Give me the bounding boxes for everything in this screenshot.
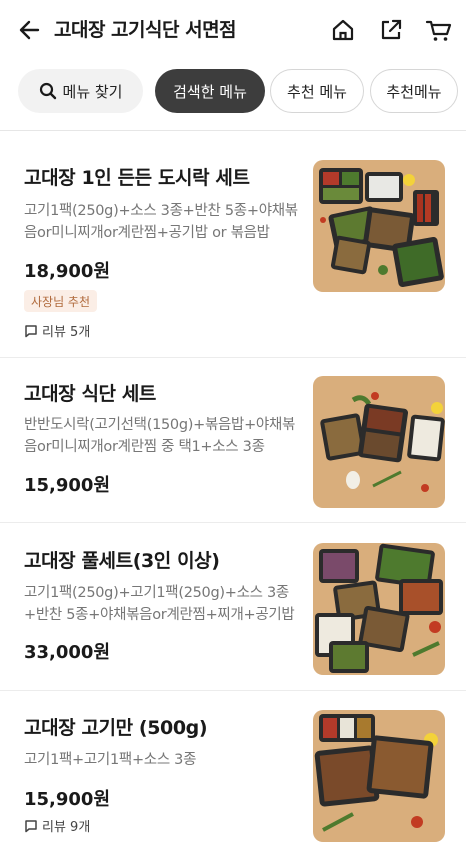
menu-item-price: 33,000원 <box>24 642 111 663</box>
menu-item-description: 반반도시락(고기선택(150g)+볶음밥+야채볶음or미니찌개or계란찜 중 택… <box>24 417 296 455</box>
review-label: 리뷰 5개 <box>42 325 91 340</box>
menu-item-price: 15,900원 <box>24 475 111 496</box>
menu-item-photo[interactable] <box>313 543 445 675</box>
menu-item-photo[interactable] <box>313 160 445 292</box>
menu-item-photo[interactable] <box>313 710 445 842</box>
menu-item-description: 고기1팩(250g)+소스 3종+반찬 5종+야채볶음or미니찌개or계란찜+공… <box>24 203 298 241</box>
menu-item[interactable]: 고대장 1인 든든 도시락 세트 고기1팩(250g)+소스 3종+반찬 5종+… <box>0 143 466 358</box>
header-separator <box>0 130 466 131</box>
menu-item-price: 18,900원 <box>24 261 111 282</box>
menu-item-name: 고대장 풀세트(3인 이상) <box>24 550 220 572</box>
share-button[interactable] <box>375 14 407 46</box>
food-photo-lunchbox-set <box>313 160 445 292</box>
cart-button[interactable] <box>423 14 455 46</box>
review-label: 리뷰 9개 <box>42 820 91 835</box>
store-title: 고대장 고기식단 서면점 <box>54 19 237 41</box>
speech-bubble-icon <box>25 324 37 337</box>
chip-find-menu[interactable]: 메뉴 찾기 <box>18 69 143 113</box>
menu-item-name: 고대장 식단 세트 <box>24 383 156 405</box>
cart-icon <box>425 20 452 41</box>
menu-item[interactable]: 고대장 풀세트(3인 이상) 고기1팩(250g)+고기1팩(250g)+소스 … <box>0 523 466 690</box>
home-button[interactable] <box>327 14 359 46</box>
food-photo-full-set <box>313 543 445 675</box>
owner-recommend-badge: 사장님 추천 <box>24 290 98 312</box>
menu-filter-chips: 메뉴 찾기 검색한 메뉴 추천 메뉴 추천메뉴 <box>0 69 466 115</box>
chip-label: 추천 메뉴 <box>287 82 347 101</box>
chip-recommended-menu-2[interactable]: 추천메뉴 <box>370 69 458 113</box>
menu-item[interactable]: 고대장 고기만 (500g) 고기1팩+고기1팩+소스 3종 15,900원 리… <box>0 691 466 842</box>
menu-item-name: 고대장 고기만 (500g) <box>24 717 208 739</box>
arrow-left-icon <box>19 20 40 40</box>
food-photo-meat-only <box>313 710 445 842</box>
menu-item-photo[interactable] <box>313 376 445 508</box>
back-button[interactable] <box>14 14 46 46</box>
chip-label: 추천메뉴 <box>386 82 442 101</box>
speech-bubble-icon <box>25 819 37 832</box>
menu-item-price: 15,900원 <box>24 789 111 810</box>
chip-searched-menu[interactable]: 검색한 메뉴 <box>155 69 265 113</box>
chip-label: 검색한 메뉴 <box>173 82 247 101</box>
menu-item-description: 고기1팩(250g)+고기1팩(250g)+소스 3종+반찬 5종+야채볶음or… <box>24 585 295 623</box>
chip-recommended-menu[interactable]: 추천 메뉴 <box>270 69 364 113</box>
food-photo-diet-set <box>313 376 445 508</box>
share-icon <box>381 19 402 40</box>
search-icon <box>39 82 56 100</box>
menu-item[interactable]: 고대장 식단 세트 반반도시락(고기선택(150g)+볶음밥+야채볶음or미니찌… <box>0 358 466 523</box>
home-icon <box>332 19 354 41</box>
menu-item-name: 고대장 1인 든든 도시락 세트 <box>24 167 250 189</box>
review-count[interactable]: 리뷰 9개 <box>24 816 90 835</box>
app-header: 고대장 고기식단 서면점 <box>0 0 466 60</box>
review-count[interactable]: 리뷰 5개 <box>24 321 90 340</box>
menu-item-description: 고기1팩+고기1팩+소스 3종 <box>24 752 197 768</box>
chip-label: 메뉴 찾기 <box>62 82 123 101</box>
